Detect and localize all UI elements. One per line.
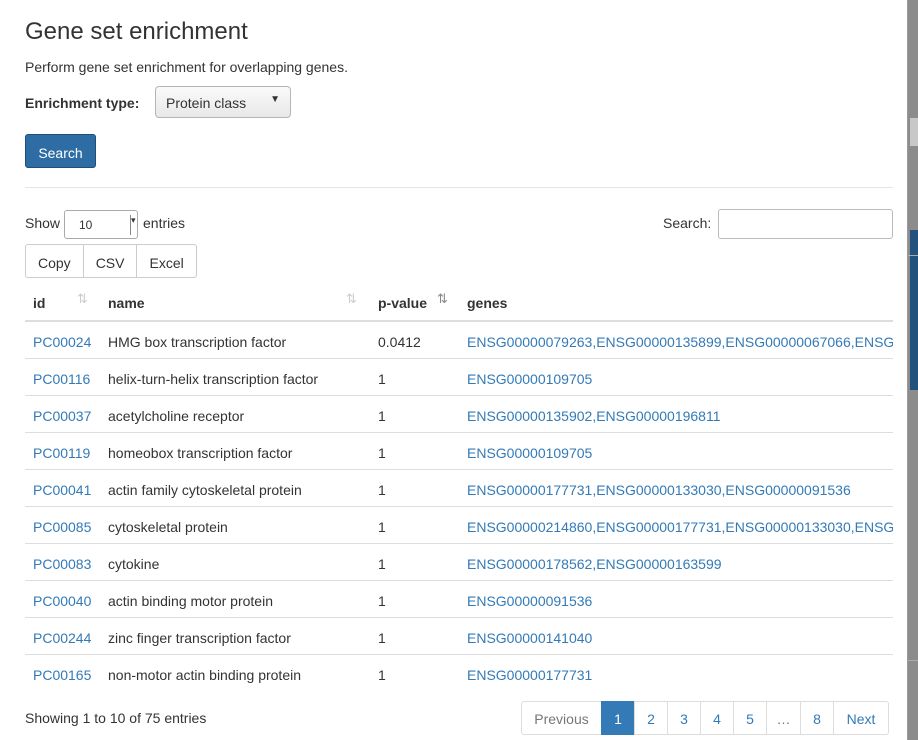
sort-both-icon[interactable]: ⇅ xyxy=(346,291,357,307)
csv-button[interactable]: CSV xyxy=(82,244,138,278)
row-id-link[interactable]: PC00085 xyxy=(33,519,91,535)
row-pvalue: 1 xyxy=(378,667,386,683)
backdrop-content xyxy=(910,230,918,390)
row-genes-link[interactable]: ENSG00000109705 xyxy=(467,445,592,461)
divider xyxy=(25,187,893,188)
row-pvalue: 1 xyxy=(378,408,386,424)
row-pvalue: 1 xyxy=(378,482,386,498)
pagination-page-8[interactable]: 8 xyxy=(800,701,834,735)
copy-button[interactable]: Copy xyxy=(25,244,84,278)
backdrop-divider xyxy=(908,255,918,256)
pagination: Previous 1 2 3 4 5 … 8 Next xyxy=(521,701,889,735)
column-header-genes[interactable]: genes xyxy=(467,295,507,311)
table-row: PC00037 acetylcholine receptor 1 ENSG000… xyxy=(25,396,893,433)
row-id-link[interactable]: PC00165 xyxy=(33,667,91,683)
column-header-name[interactable]: name xyxy=(108,295,145,311)
pagination-page-2[interactable]: 2 xyxy=(634,701,668,735)
chevron-down-icon: ▼ xyxy=(270,94,280,105)
page-length-value: 10 xyxy=(79,218,93,232)
row-genes-link[interactable]: ENSG00000214860,ENSG00000177731,ENSG0000… xyxy=(467,519,893,535)
entries-label: entries xyxy=(143,215,186,231)
table-row: PC00116 helix-turn-helix transcription f… xyxy=(25,359,893,396)
column-header-id[interactable]: id xyxy=(33,295,45,311)
backdrop-content xyxy=(910,118,918,146)
row-genes-link[interactable]: ENSG00000177731,ENSG00000133030,ENSG0000… xyxy=(467,482,851,498)
table-info: Showing 1 to 10 of 75 entries xyxy=(25,710,207,726)
table-row: PC00085 cytoskeletal protein 1 ENSG00000… xyxy=(25,507,893,544)
table-row: PC00119 homeobox transcription factor 1 … xyxy=(25,433,893,470)
row-name: cytoskeletal protein xyxy=(108,519,228,535)
page-length-select[interactable]: 10 ▾ xyxy=(64,210,138,239)
row-name: HMG box transcription factor xyxy=(108,334,287,350)
row-pvalue: 1 xyxy=(378,593,386,609)
row-name: zinc finger transcription factor xyxy=(108,630,291,646)
show-label: Show xyxy=(25,215,61,231)
row-genes-link[interactable]: ENSG00000091536 xyxy=(467,593,592,609)
row-genes-link[interactable]: ENSG00000135902,ENSG00000196811 xyxy=(467,408,721,424)
row-name: non-motor actin binding protein xyxy=(108,667,302,683)
chevron-down-icon: ▾ xyxy=(130,215,136,235)
table-search-input[interactable] xyxy=(718,209,893,239)
row-pvalue: 1 xyxy=(378,630,386,646)
table-row: PC00083 cytokine 1 ENSG00000178562,ENSG0… xyxy=(25,544,893,581)
row-pvalue: 1 xyxy=(378,556,386,572)
row-id-link[interactable]: PC00083 xyxy=(33,556,91,572)
row-name: actin binding motor protein xyxy=(108,593,273,609)
backdrop-divider xyxy=(908,660,918,661)
row-name: helix-turn-helix transcription factor xyxy=(108,371,319,387)
row-genes-link[interactable]: ENSG00000109705 xyxy=(467,371,592,387)
pagination-page-3[interactable]: 3 xyxy=(667,701,701,735)
row-name: actin family cytoskeletal protein xyxy=(108,482,302,498)
table-row: PC00041 actin family cytoskeletal protei… xyxy=(25,470,893,507)
row-id-link[interactable]: PC00116 xyxy=(33,371,90,387)
table-row: PC00244 zinc finger transcription factor… xyxy=(25,618,893,655)
pagination-previous[interactable]: Previous xyxy=(521,701,602,735)
column-header-pvalue[interactable]: p-value xyxy=(378,295,427,311)
modal-description: Perform gene set enrichment for overlapp… xyxy=(25,59,348,75)
row-pvalue: 1 xyxy=(378,371,386,387)
pagination-next[interactable]: Next xyxy=(833,701,889,735)
row-name: homeobox transcription factor xyxy=(108,445,293,461)
enrichment-type-select[interactable]: Protein class ▼ xyxy=(155,86,291,118)
row-genes-link[interactable]: ENSG00000079263,ENSG00000135899,ENSG0000… xyxy=(467,334,893,350)
gene-set-enrichment-modal: Gene set enrichment Perform gene set enr… xyxy=(0,0,908,740)
row-pvalue: 1 xyxy=(378,445,386,461)
table-row: PC00024 HMG box transcription factor 0.0… xyxy=(25,322,893,359)
row-id-link[interactable]: PC00244 xyxy=(33,630,91,646)
row-genes-link[interactable]: ENSG00000141040 xyxy=(467,630,592,646)
pagination-page-5[interactable]: 5 xyxy=(733,701,767,735)
row-id-link[interactable]: PC00040 xyxy=(33,593,91,609)
excel-button[interactable]: Excel xyxy=(136,244,197,278)
row-pvalue: 0.0412 xyxy=(378,334,421,350)
row-pvalue: 1 xyxy=(378,519,386,535)
enrichment-type-label: Enrichment type: xyxy=(25,95,140,111)
export-button-group: Copy CSV Excel xyxy=(25,244,197,278)
row-id-link[interactable]: PC00119 xyxy=(33,445,90,461)
modal-title: Gene set enrichment xyxy=(25,18,248,45)
pagination-page-4[interactable]: 4 xyxy=(700,701,734,735)
search-button[interactable]: Search xyxy=(25,134,96,168)
table-search-label: Search: xyxy=(663,215,712,231)
row-id-link[interactable]: PC00024 xyxy=(33,334,91,350)
pagination-ellipsis: … xyxy=(766,701,801,735)
table-row: PC00040 actin binding motor protein 1 EN… xyxy=(25,581,893,618)
row-genes-link[interactable]: ENSG00000177731 xyxy=(467,667,592,683)
row-genes-link[interactable]: ENSG00000178562,ENSG00000163599 xyxy=(467,556,722,572)
sort-ascending-icon[interactable]: ⇅ xyxy=(437,291,448,307)
pagination-page-1[interactable]: 1 xyxy=(601,701,635,735)
sort-both-icon[interactable]: ⇅ xyxy=(77,291,88,307)
enrichment-type-value: Protein class xyxy=(166,95,247,111)
row-name: acetylcholine receptor xyxy=(108,408,245,424)
row-id-link[interactable]: PC00037 xyxy=(33,408,91,424)
table-row: PC00165 non-motor actin binding protein … xyxy=(25,655,893,692)
row-name: cytokine xyxy=(108,556,160,572)
row-id-link[interactable]: PC00041 xyxy=(33,482,91,498)
